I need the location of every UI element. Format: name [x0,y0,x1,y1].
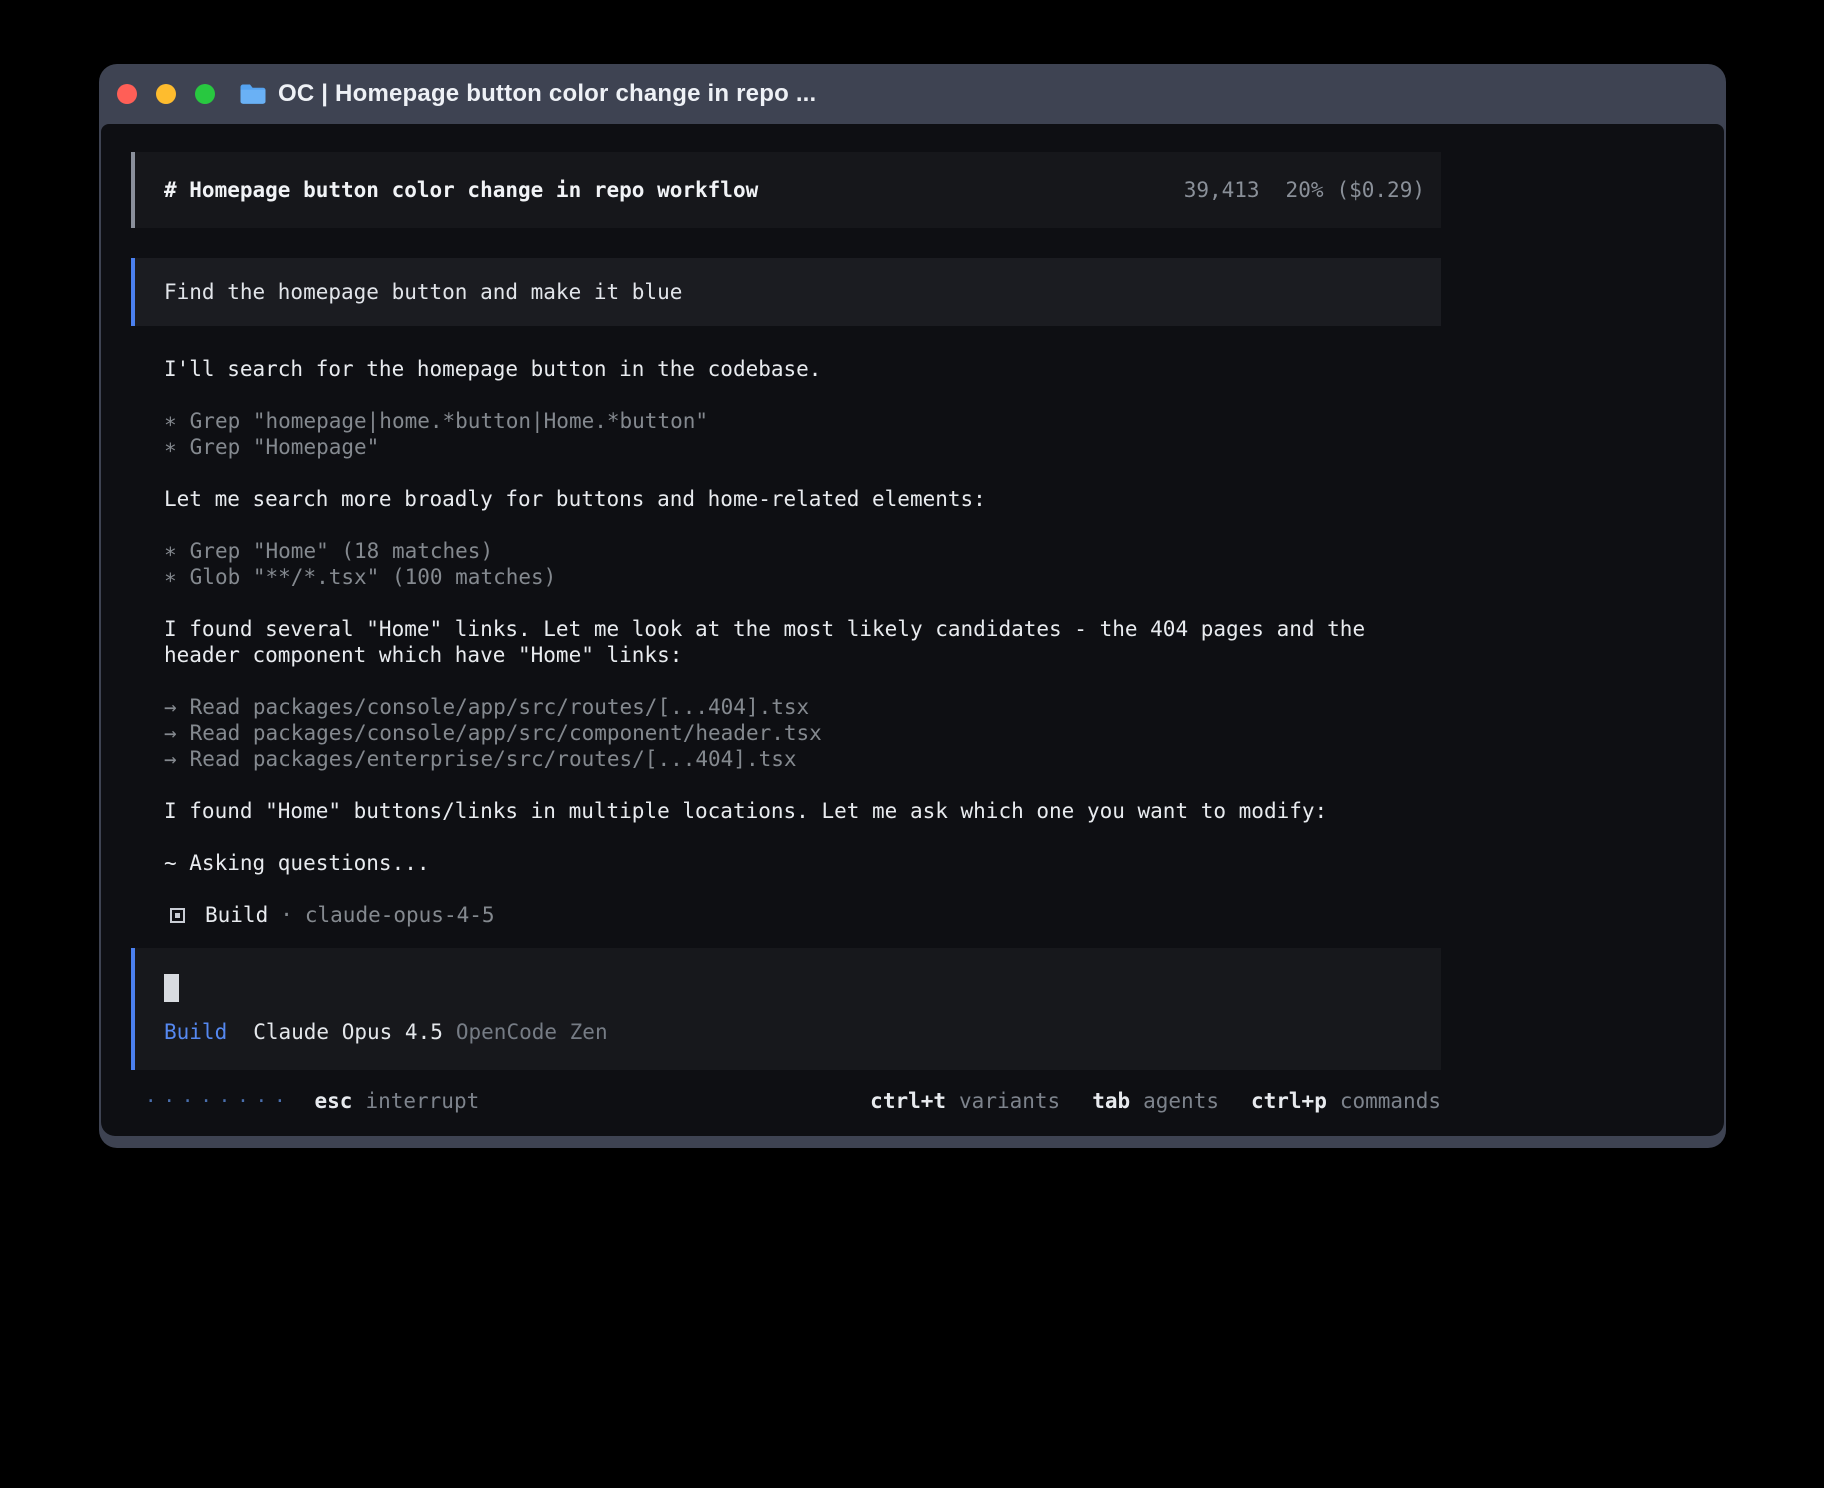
tool-call-text: Grep "Homepage" [190,434,380,460]
tool-call-text: Read packages/console/app/src/routes/[..… [190,694,810,720]
assistant-message: I found several "Home" links. Let me loo… [164,616,1441,668]
text-cursor [164,974,179,1002]
assistant-message: Let me search more broadly for buttons a… [164,486,1441,512]
hint-key: esc [315,1089,353,1113]
close-button[interactable] [117,84,137,104]
minimize-button[interactable] [156,84,176,104]
transcript: I'll search for the homepage button in t… [131,356,1441,928]
prompt-provider-label: OpenCode Zen [456,1019,608,1045]
hint-key: ctrl+t [870,1089,946,1113]
context-percent: 20% [1286,178,1324,202]
hint-label: commands [1340,1089,1441,1113]
tool-call-line: ∗ Grep "Homepage" [164,434,1441,460]
session-cost: ($0.29) [1336,178,1425,202]
hint-variants: ctrl+t variants [870,1089,1060,1113]
activity-line: ~ Asking questions... [164,850,1441,876]
zoom-button[interactable] [195,84,215,104]
tool-bullet-icon: ∗ [164,538,177,564]
tool-call-text: Read packages/console/app/src/component/… [190,720,822,746]
titlebar[interactable]: OC | Homepage button color change in rep… [101,64,1724,124]
agent-icon [170,908,185,923]
session-stats: 39,413 20% ($0.29) [1184,178,1425,202]
traffic-lights [117,84,215,104]
tool-call-line: → Read packages/enterprise/src/routes/[.… [164,746,1441,772]
tool-call-line: ∗ Grep "homepage|home.*button|Home.*butt… [164,408,1441,434]
hint-interrupt: esc interrupt [315,1089,480,1113]
session-header: # Homepage button color change in repo w… [131,152,1441,228]
agent-name: Build [205,902,268,928]
user-message: Find the homepage button and make it blu… [131,258,1441,326]
prompt-meta: Build Claude Opus 4.5 OpenCode Zen [164,1019,1441,1045]
agent-model: claude-opus-4-5 [305,902,495,928]
session-title: # Homepage button color change in repo w… [164,178,758,202]
hint-agents: tab agents [1092,1089,1219,1113]
arrow-icon: → [164,694,177,720]
tool-bullet-icon: ∗ [164,434,177,460]
token-count: 39,413 [1184,178,1260,202]
hint-key: ctrl+p [1251,1089,1327,1113]
hint-key: tab [1092,1089,1130,1113]
user-message-text: Find the homepage button and make it blu… [164,280,682,304]
tool-call-text: Read packages/enterprise/src/routes/[...… [190,746,797,772]
arrow-icon: → [164,720,177,746]
assistant-message: I found "Home" buttons/links in multiple… [164,798,1441,824]
window-title: OC | Homepage button color change in rep… [278,80,816,108]
hint-label: agents [1143,1089,1219,1113]
tool-call-text: Grep "Home" (18 matches) [190,538,493,564]
arrow-icon: → [164,746,177,772]
title-group: OC | Homepage button color change in rep… [239,80,816,108]
tool-call-line: ∗ Glob "**/*.tsx" (100 matches) [164,564,1441,590]
separator-dot: · [280,902,293,928]
folder-icon [239,83,267,105]
tool-call-line: ∗ Grep "Home" (18 matches) [164,538,1441,564]
hint-label: variants [959,1089,1060,1113]
status-right: ctrl+t variants tab agents ctrl+p comman… [870,1089,1441,1113]
agent-status-line: Build · claude-opus-4-5 [164,902,1441,928]
status-bar: ········ esc interrupt ctrl+t variants t… [131,1079,1441,1123]
hint-commands: ctrl+p commands [1251,1089,1441,1113]
tool-bullet-icon: ∗ [164,408,177,434]
tool-call-text: Glob "**/*.tsx" (100 matches) [190,564,557,590]
prompt-agent-label: Build [164,1019,227,1045]
assistant-message: I'll search for the homepage button in t… [164,356,1441,382]
terminal-screen: # Homepage button color change in repo w… [101,124,1724,1136]
tool-bullet-icon: ∗ [164,564,177,590]
status-left: ········ esc interrupt [145,1089,479,1113]
spinner-dots: ········ [145,1090,293,1112]
hint-label: interrupt [365,1089,479,1113]
prompt-model-label: Claude Opus 4.5 [253,1019,443,1045]
tool-call-line: → Read packages/console/app/src/routes/[… [164,694,1441,720]
prompt-input[interactable]: Build Claude Opus 4.5 OpenCode Zen [131,948,1441,1070]
terminal-window: OC | Homepage button color change in rep… [99,64,1726,1148]
tool-call-text: Grep "homepage|home.*button|Home.*button… [190,408,708,434]
tool-call-line: → Read packages/console/app/src/componen… [164,720,1441,746]
